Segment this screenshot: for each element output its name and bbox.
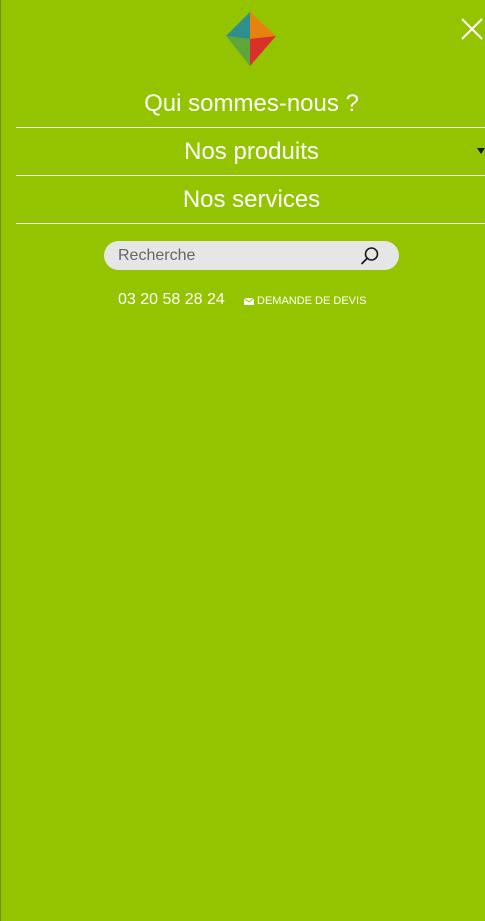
menu-item-label: Nos services [182,185,321,213]
quote-request-label: DEMANDE DE DEVIS [257,295,367,307]
caret-down-icon[interactable] [477,148,485,154]
phone-link[interactable]: 03 20 58 28 24 [118,290,225,310]
mail-icon [244,297,254,305]
menu-item-services[interactable]: Nos services [16,176,485,224]
menu-item-about[interactable]: Qui sommes-nous ? [16,80,485,128]
search-input[interactable] [118,241,348,270]
panel-left-border [0,0,1,921]
close-menu-button[interactable] [459,16,485,42]
menu-item-label: Qui sommes-nous ? [144,89,359,117]
menu-item-label: Nos produits [184,137,319,165]
menu-item-products[interactable]: Nos produits [16,128,485,176]
search-icon[interactable] [360,246,380,266]
search-bar [104,241,399,270]
logo-icon[interactable] [224,12,280,68]
quote-request-link[interactable]: DEMANDE DE DEVIS [244,294,366,308]
close-icon [461,18,483,40]
contact-row: 03 20 58 28 24 DEMANDE DE DEVIS [0,290,485,312]
main-menu: Qui sommes-nous ? Nos produits Nos servi… [16,80,485,224]
